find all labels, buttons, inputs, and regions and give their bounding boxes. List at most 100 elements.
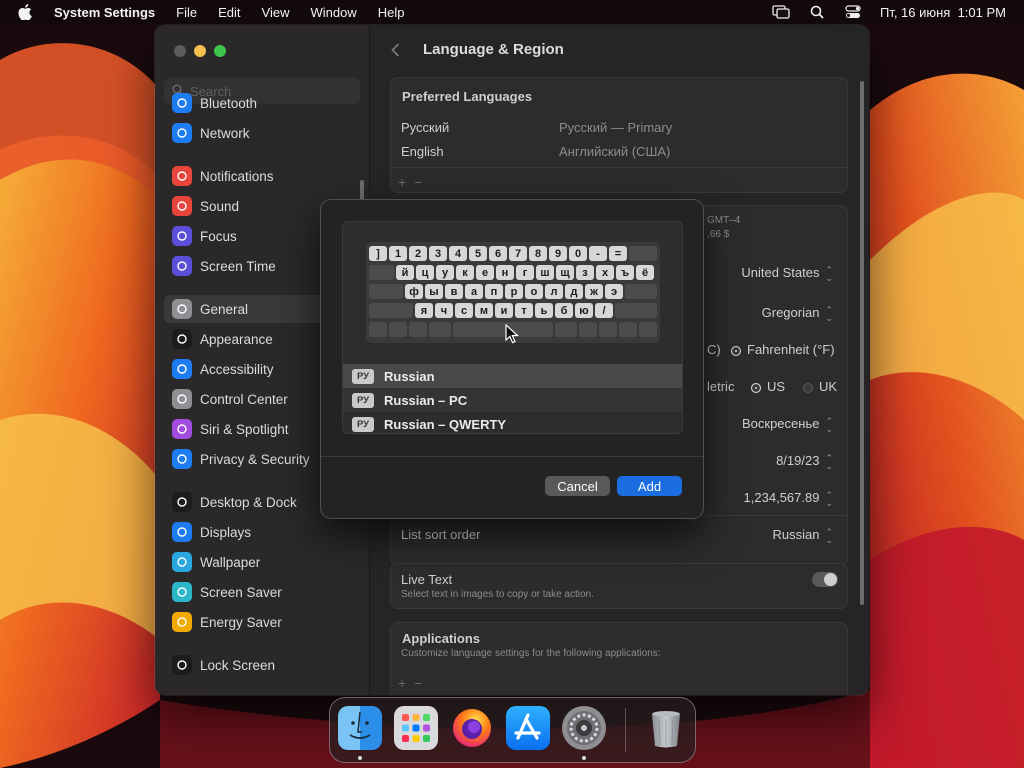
launchpad-icon[interactable]	[394, 706, 438, 750]
trash-icon[interactable]	[644, 706, 688, 750]
sidebar-item-bluetooth[interactable]: Bluetooth	[164, 89, 360, 117]
keyboard-key: 7	[509, 246, 527, 261]
screen-mirroring-icon[interactable]	[772, 4, 790, 20]
system-settings-icon[interactable]	[562, 706, 606, 750]
layout-item-russian[interactable]: РУ Russian	[343, 364, 682, 388]
firefox-icon[interactable]	[450, 706, 494, 750]
input-source-badge: РУ	[352, 368, 374, 384]
keyboard-key: з	[576, 265, 594, 280]
keyboard-key: 8	[529, 246, 547, 261]
back-chevron-icon[interactable]	[391, 42, 403, 58]
menu-help[interactable]: Help	[378, 5, 405, 20]
layout-item-russian-pc[interactable]: РУ Russian – PC	[343, 388, 682, 412]
list-sort-popup[interactable]: Russian ⌃ ⌄	[772, 527, 833, 544]
zoom-button[interactable]	[214, 45, 226, 57]
first-day-popup[interactable]: Воскресенье ⌃ ⌄	[742, 416, 833, 433]
sidebar-item-wallpaper[interactable]: Wallpaper	[164, 548, 360, 576]
spotlight-search-icon[interactable]	[808, 4, 826, 20]
close-button[interactable]	[174, 45, 186, 57]
keyboard-key-blank	[579, 322, 597, 337]
keyboard-key: и	[495, 303, 513, 318]
cancel-button[interactable]: Cancel	[545, 476, 610, 496]
sidebar-item-label: Focus	[200, 228, 237, 244]
sidebar-item-label: Notifications	[200, 168, 274, 184]
keyboard-key-blank	[409, 322, 427, 337]
dock	[329, 697, 696, 763]
wallpaper-icon	[172, 552, 192, 572]
screensaver-icon	[172, 582, 192, 602]
finder-icon[interactable]	[338, 706, 382, 750]
keyboard-key: 1	[389, 246, 407, 261]
keyboard-key: в	[445, 284, 463, 299]
language-row-name[interactable]: English	[401, 144, 444, 159]
sidebar-item-label: Displays	[200, 524, 252, 540]
sidebar-item-label: Wallpaper	[200, 554, 261, 570]
keyboard-key-blank	[389, 322, 407, 337]
keyboard-key-blank	[429, 322, 451, 337]
minimize-button[interactable]	[194, 45, 206, 57]
menu-view[interactable]: View	[262, 5, 290, 20]
calendar-popup[interactable]: Gregorian ⌃ ⌄	[762, 305, 833, 322]
keyboard-key-blank	[369, 284, 403, 299]
celsius-option-partial[interactable]: C)	[707, 342, 721, 357]
menu-bar: System Settings File Edit View Window He…	[0, 0, 1024, 24]
menu-edit[interactable]: Edit	[218, 5, 240, 20]
layout-list: РУ Russian РУ Russian – PC РУ Russian – …	[343, 364, 682, 433]
add-remove-app-buttons[interactable]: +−	[398, 675, 430, 691]
list-sort-label: List sort order	[401, 527, 481, 542]
keyboard-key: 3	[429, 246, 447, 261]
applications-group: Applications Customize language settings…	[390, 622, 848, 695]
keyboard-key: ы	[425, 284, 443, 299]
sidebar-item-energy-saver[interactable]: Energy Saver	[164, 608, 360, 636]
language-row-detail: Русский — Primary	[559, 120, 673, 135]
metric-option-partial[interactable]: letric	[707, 379, 734, 394]
menu-window[interactable]: Window	[310, 5, 356, 20]
sidebar-item-label: Network	[200, 125, 250, 141]
fahrenheit-option[interactable]: Fahrenheit (°F)	[731, 342, 835, 357]
layout-name: Russian – PC	[384, 392, 468, 408]
accessibility-icon	[172, 359, 192, 379]
bell-icon	[172, 166, 192, 186]
keyboard-key: ф	[405, 284, 423, 299]
dock-separator	[625, 708, 626, 752]
us-option[interactable]: US	[751, 379, 785, 394]
keyboard-key-blank	[369, 265, 394, 280]
add-remove-language-buttons[interactable]: +−	[398, 174, 430, 190]
sidebar-item-notifications[interactable]: Notifications	[164, 162, 360, 190]
menu-app-name[interactable]: System Settings	[54, 5, 155, 20]
keyboard-key-blank	[453, 322, 553, 337]
sidebar-item-label: Lock Screen	[200, 657, 276, 673]
date-format-popup[interactable]: 8/19/23 ⌃ ⌄	[776, 453, 833, 470]
region-popup[interactable]: United States ⌃ ⌄	[741, 265, 833, 282]
sidebar-item-screen-saver[interactable]: Screen Saver	[164, 578, 360, 606]
keyboard-key: с	[455, 303, 473, 318]
sidebar-item-label: General	[200, 301, 249, 317]
sidebar-item-network[interactable]: Network	[164, 119, 360, 147]
menu-clock[interactable]: Пт, 16 июня 1:01 PM	[880, 5, 1006, 20]
keyboard-key: а	[465, 284, 483, 299]
apple-icon[interactable]	[18, 3, 36, 21]
uk-option[interactable]: UK	[803, 379, 837, 394]
hand-icon	[172, 449, 192, 469]
divider	[321, 456, 703, 457]
stepper-icon: ⌃ ⌄	[825, 264, 833, 283]
sidebar-item-label: Control Center	[200, 391, 288, 407]
sidebar-item-displays[interactable]: Displays	[164, 518, 360, 546]
app-store-icon[interactable]	[506, 706, 550, 750]
number-format-popup[interactable]: 1,234,567.89 ⌃ ⌄	[744, 490, 833, 507]
menu-file[interactable]: File	[176, 5, 197, 20]
sidebar-item-lock-screen[interactable]: Lock Screen	[164, 651, 360, 679]
main-scrollbar[interactable]	[860, 81, 864, 605]
add-button[interactable]: Add	[617, 476, 682, 496]
stepper-icon: ⌃ ⌄	[825, 452, 833, 471]
layout-item-russian-qwerty[interactable]: РУ Russian – QWERTY	[343, 412, 682, 433]
keyboard-key: ]	[369, 246, 387, 261]
page-header: Language & Region	[391, 41, 564, 58]
keyboard-key: я	[415, 303, 433, 318]
control-center-icon[interactable]	[844, 4, 862, 20]
live-text-toggle[interactable]	[812, 572, 838, 587]
sidebar-item-label: Screen Saver	[200, 584, 282, 600]
keyboard-key: 0	[569, 246, 587, 261]
keyboard-key: -	[589, 246, 607, 261]
language-row-name[interactable]: Русский	[401, 120, 449, 135]
